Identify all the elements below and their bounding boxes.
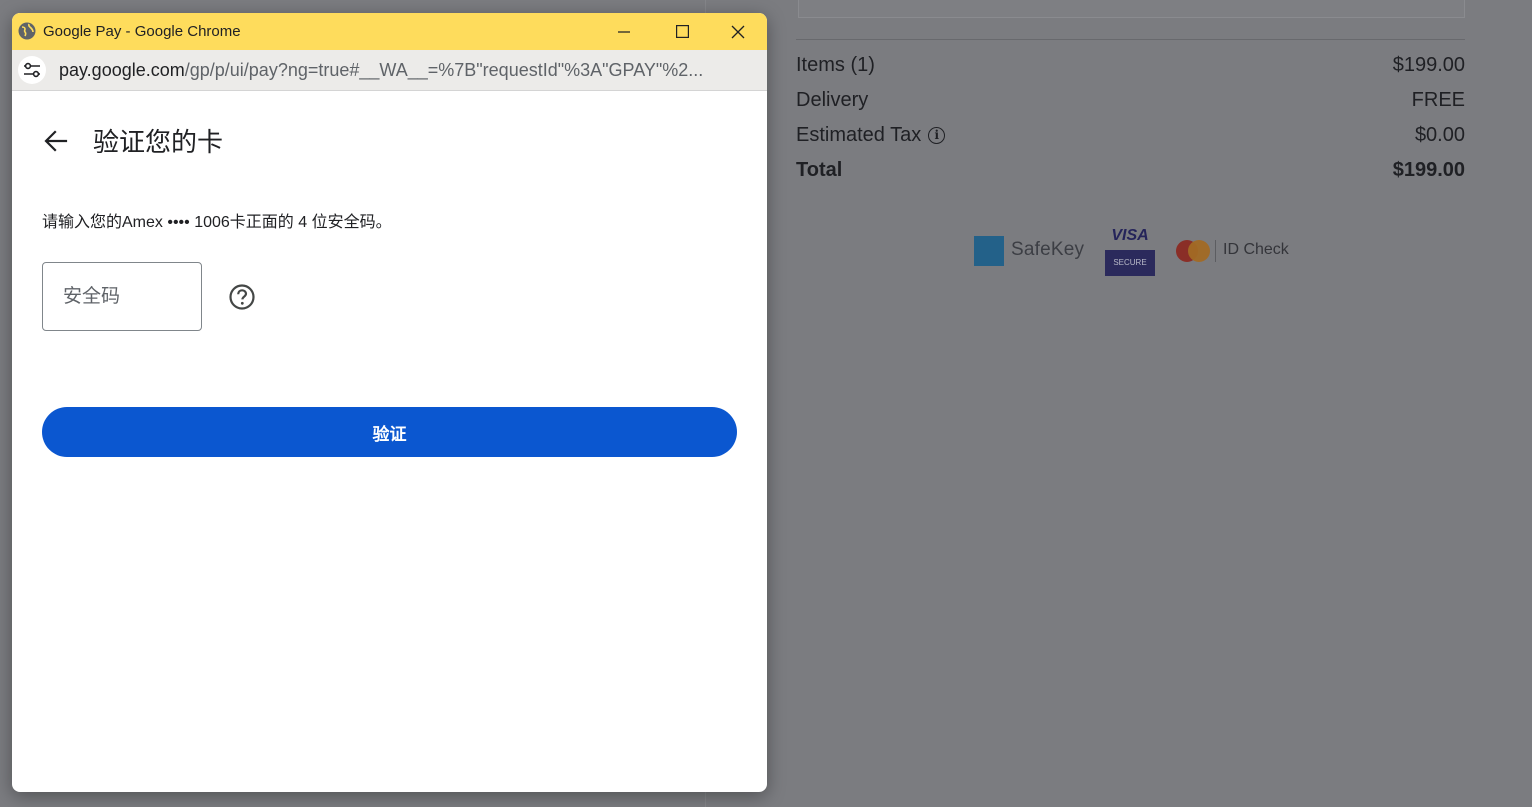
info-icon[interactable]: i xyxy=(928,126,946,144)
background-card xyxy=(798,0,1465,18)
delivery-label: Delivery xyxy=(796,88,869,111)
total-label: Total xyxy=(796,158,843,181)
visa-logo-text: VISA xyxy=(1111,227,1149,244)
minimize-icon xyxy=(618,30,630,33)
site-settings-button[interactable] xyxy=(18,56,46,84)
tax-label-group: Estimated Tax i xyxy=(796,123,946,147)
close-button[interactable] xyxy=(709,13,767,50)
maximize-button[interactable] xyxy=(653,13,711,50)
tax-value: $0.00 xyxy=(1414,123,1465,146)
cvc-instruction-text: 请输入您的Amex •••• 1006卡正面的 4 位安全码。 xyxy=(42,214,392,231)
tax-label: Estimated Tax xyxy=(796,123,922,146)
page-title: 验证您的卡 xyxy=(93,127,224,157)
url-path: /gp/p/ui/pay?ng=true#__WA__=%7B"requestI… xyxy=(184,60,704,80)
verify-card-page: 验证您的卡 请输入您的Amex •••• 1006卡正面的 4 位安全码。 验证 xyxy=(12,91,767,792)
tune-icon xyxy=(24,62,40,78)
url-host: pay.google.com xyxy=(59,60,185,80)
globe-icon xyxy=(18,22,36,40)
security-badges: SafeKey VISA SECURE ID Check xyxy=(974,226,1294,278)
summary-divider xyxy=(796,39,1465,40)
google-pay-popup-window: Google Pay - Google Chrome pay.google.co… xyxy=(12,13,767,792)
help-icon[interactable] xyxy=(228,283,256,311)
verify-button[interactable]: 验证 xyxy=(42,407,737,457)
back-arrow-icon[interactable] xyxy=(42,127,70,155)
delivery-value: FREE xyxy=(1411,88,1465,111)
mastercard-idcheck-text: ID Check xyxy=(1223,241,1289,258)
visa-secure-text: SECURE xyxy=(1105,250,1155,276)
window-title: Google Pay - Google Chrome xyxy=(43,23,241,40)
security-code-input[interactable] xyxy=(42,262,202,331)
amex-safekey-text: SafeKey xyxy=(1011,239,1085,260)
address-bar[interactable]: pay.google.com/gp/p/ui/pay?ng=true#__WA_… xyxy=(12,50,767,91)
summary-row-delivery: Delivery FREE xyxy=(796,88,1465,112)
mastercard-logo-icon xyxy=(1176,240,1212,262)
badge-separator xyxy=(1215,240,1216,262)
summary-row-tax: Estimated Tax i $0.00 xyxy=(796,123,1465,147)
visa-secure-badge: VISA SECURE xyxy=(1105,226,1155,276)
close-icon xyxy=(731,25,745,38)
summary-row-total: Total $199.00 xyxy=(796,158,1465,182)
minimize-button[interactable] xyxy=(595,13,653,50)
maximize-icon xyxy=(675,25,689,38)
summary-row-items: Items (1) $199.00 xyxy=(796,53,1465,77)
items-label: Items (1) xyxy=(796,53,875,76)
url-text[interactable]: pay.google.com/gp/p/ui/pay?ng=true#__WA_… xyxy=(59,60,749,81)
window-titlebar[interactable]: Google Pay - Google Chrome xyxy=(12,13,767,50)
amex-logo-icon xyxy=(974,236,1004,266)
items-value: $199.00 xyxy=(1392,53,1465,76)
total-value: $199.00 xyxy=(1392,158,1465,181)
